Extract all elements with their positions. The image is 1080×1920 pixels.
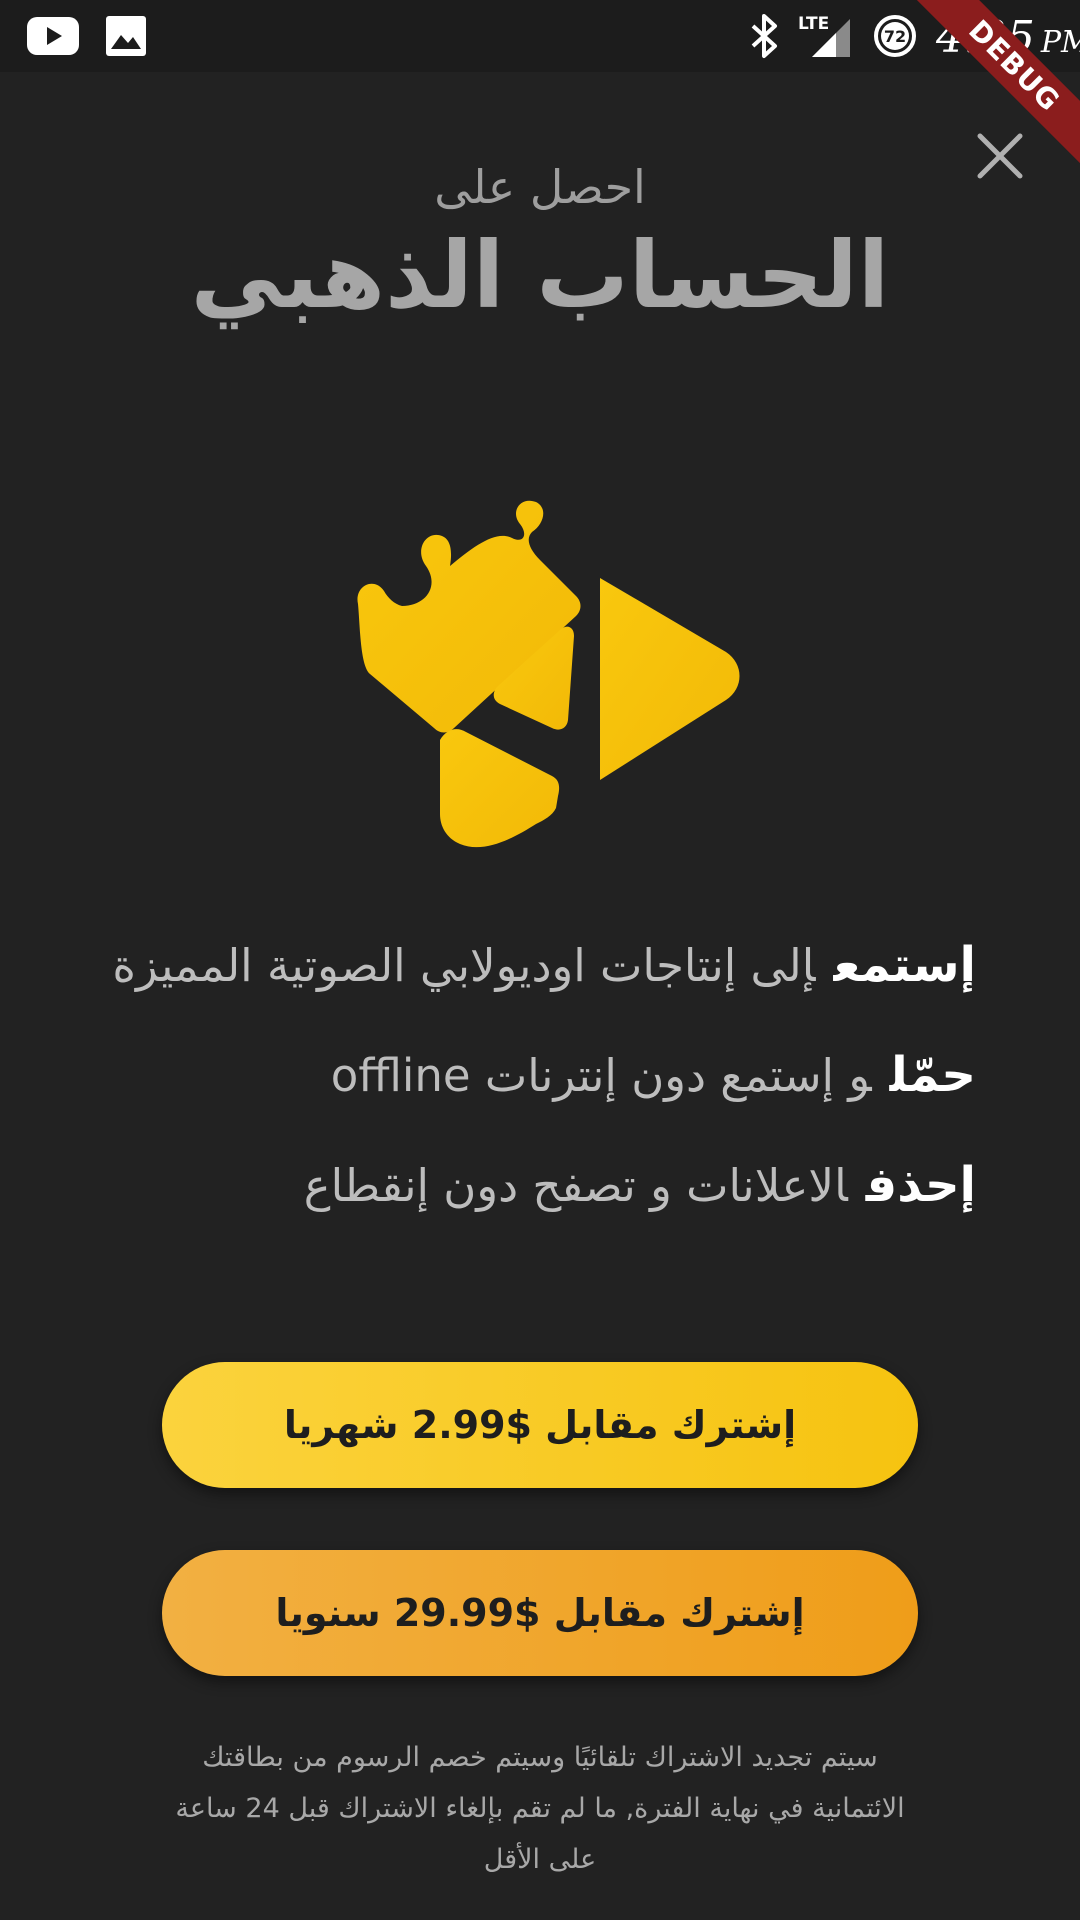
feature-download: حمّل و إستمع دون إنترنات offline — [90, 1030, 976, 1140]
header-subtitle: احصل على — [434, 160, 646, 214]
disclaimer-line: الائتمانية في نهاية الفترة, ما لم تقم بإ… — [175, 1793, 905, 1824]
feature-verb: حمّل — [889, 1047, 976, 1103]
bluetooth-icon — [742, 0, 788, 72]
subscription-screen: LTE 72 4:25PM DEBUG احصل على الحساب الذه… — [0, 0, 1080, 1920]
feature-text: الاعلانات و تصفح دون إنقطاع — [303, 1159, 848, 1212]
subscribe-yearly-button[interactable]: إشترك مقابل $29.99 سنويا — [162, 1550, 918, 1676]
clock-ampm: PM — [1040, 25, 1080, 60]
subscribe-yearly-label: إشترك مقابل $29.99 سنويا — [275, 1591, 805, 1635]
logo — [330, 426, 750, 856]
battery-icon: 72 — [870, 0, 920, 72]
gallery-icon — [104, 0, 148, 72]
status-bar: LTE 72 4:25PM — [0, 0, 1080, 72]
feature-listen: إستمع إلى إنتاجات اوديولابي الصوتية الممي… — [90, 920, 976, 1030]
subscribe-monthly-button[interactable]: إشترك مقابل $2.99 شهريا — [162, 1362, 918, 1488]
features-list: إستمع إلى إنتاجات اوديولابي الصوتية الممي… — [90, 920, 976, 1250]
network-type-label: LTE — [798, 14, 829, 34]
renewal-disclaimer: سيتم تجديد الاشتراك تلقائيًا وسيتم خصم ا… — [150, 1732, 930, 1885]
feature-verb: إحذف — [865, 1157, 976, 1213]
disclaimer-line: على الأقل — [483, 1844, 597, 1875]
feature-text: و إستمع دون إنترنات offline — [330, 1049, 872, 1102]
crown-play-logo-icon — [357, 500, 740, 848]
feature-verb: إستمع — [833, 937, 976, 993]
subscribe-monthly-label: إشترك مقابل $2.99 شهريا — [283, 1403, 797, 1447]
page-title: الحساب الذهبي — [190, 222, 890, 329]
feature-remove-ads: إحذف الاعلانات و تصفح دون إنقطاع — [90, 1140, 976, 1250]
battery-level: 72 — [884, 27, 906, 46]
feature-text: إلى إنتاجات اوديولابي الصوتية المميزة — [112, 939, 816, 992]
disclaimer-line: سيتم تجديد الاشتراك تلقائيًا وسيتم خصم ا… — [202, 1742, 878, 1773]
signal-icon: LTE — [798, 0, 854, 72]
youtube-icon — [26, 0, 80, 72]
